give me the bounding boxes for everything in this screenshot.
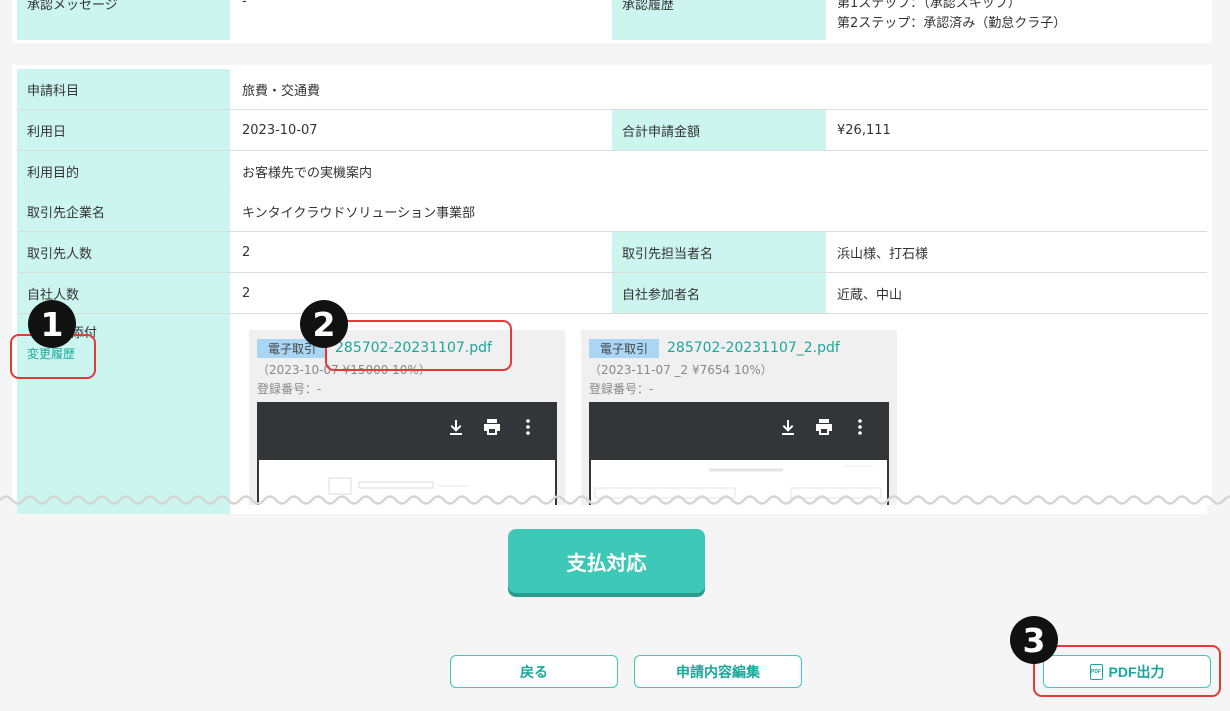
file-badge-2: 電子取引 <box>589 339 659 358</box>
detail-row-self-count: 自社人数 2 自社参加者名 近蔵、中山 <box>17 273 1207 314</box>
purpose-value: お客様先での実機案内 <box>231 151 1207 191</box>
more-icon[interactable] <box>851 418 869 436</box>
expense-details-panel: 申請科目 旅費・交通費 利用日 2023-10-07 合計申請金額 ¥26,11… <box>12 65 1212 514</box>
annotation-box-file-link <box>325 320 512 371</box>
date-value: 2023-10-07 <box>231 110 612 150</box>
approval-history-label: 承認履歴 <box>612 0 826 40</box>
file-meta-2: （2023-11-07 _2 ¥7654 10%） <box>589 363 773 377</box>
detail-row-date: 利用日 2023-10-07 合計申請金額 ¥26,111 <box>17 110 1207 151</box>
purpose-label: 利用目的 <box>17 151 230 191</box>
pdf-toolbar-2 <box>779 418 869 436</box>
more-icon[interactable] <box>519 418 537 436</box>
annotation-marker-2: 2 <box>300 300 348 348</box>
item-label: 申請科目 <box>17 69 230 109</box>
detail-row-attachments: 添付 変更履歴 電子取引 285702-20231107.pdf （2023-1… <box>17 314 1207 514</box>
file-registration-1: 登録番号：- <box>257 382 322 396</box>
annotation-marker-3: 3 <box>1010 616 1058 664</box>
annotation-box-pdf-output <box>1033 645 1221 697</box>
back-button[interactable]: 戻る <box>450 655 618 688</box>
file-registration-2: 登録番号：- <box>589 382 654 396</box>
approval-history-value: 第1ステップ：（承認スキップ） 第2ステップ：承認済み（勤怠クラ子） <box>826 0 1207 40</box>
file-link-2[interactable]: 285702-20231107_2.pdf <box>667 340 840 356</box>
approval-history-step1: 第1ステップ：（承認スキップ） <box>837 0 1021 11</box>
client-contact-value: 浜山様、打石様 <box>826 232 1207 272</box>
client-count-label: 取引先人数 <box>17 232 230 272</box>
self-members-value: 近蔵、中山 <box>826 273 1207 313</box>
detail-row-item: 申請科目 旅費・交通費 <box>17 69 1207 110</box>
self-count-value: 2 <box>231 273 612 313</box>
approval-message-value: - <box>231 0 612 40</box>
detail-row-client: 取引先企業名 キンタイクラウドソリューション事業部 <box>17 191 1207 232</box>
approval-history-step2: 第2ステップ：承認済み（勤怠クラ子） <box>837 16 1067 31</box>
pdf-toolbar-1 <box>447 418 537 436</box>
total-amount-label: 合計申請金額 <box>612 110 826 150</box>
download-icon[interactable] <box>447 418 465 436</box>
approval-row: 承認メッセージ - 承認履歴 第1ステップ：（承認スキップ） 第2ステップ：承認… <box>17 0 1207 40</box>
approval-message-label: 承認メッセージ <box>17 0 230 40</box>
client-company-value: キンタイクラウドソリューション事業部 <box>231 191 1207 231</box>
print-icon[interactable] <box>815 418 833 436</box>
client-company-label: 取引先企業名 <box>17 191 230 231</box>
payment-handling-button[interactable]: 支払対応 <box>508 529 705 593</box>
download-icon[interactable] <box>779 418 797 436</box>
detail-row-client-count: 取引先人数 2 取引先担当者名 浜山様、打石様 <box>17 232 1207 273</box>
date-label: 利用日 <box>17 110 230 150</box>
file-card-2: 電子取引 285702-20231107_2.pdf （2023-11-07 _… <box>581 330 897 505</box>
approval-panel: 承認メッセージ - 承認履歴 第1ステップ：（承認スキップ） 第2ステップ：承認… <box>12 0 1212 43</box>
torn-edge-divider <box>0 495 1230 505</box>
print-icon[interactable] <box>483 418 501 436</box>
detail-row-purpose: 利用目的 お客様先での実機案内 <box>17 151 1207 192</box>
self-members-label: 自社参加者名 <box>612 273 826 313</box>
item-value: 旅費・交通費 <box>231 69 1207 109</box>
edit-application-button[interactable]: 申請内容編集 <box>634 655 802 688</box>
total-amount-value: ¥26,111 <box>826 110 1207 150</box>
client-contact-label: 取引先担当者名 <box>612 232 826 272</box>
client-count-value: 2 <box>231 232 612 272</box>
annotation-marker-1: 1 <box>28 300 76 348</box>
